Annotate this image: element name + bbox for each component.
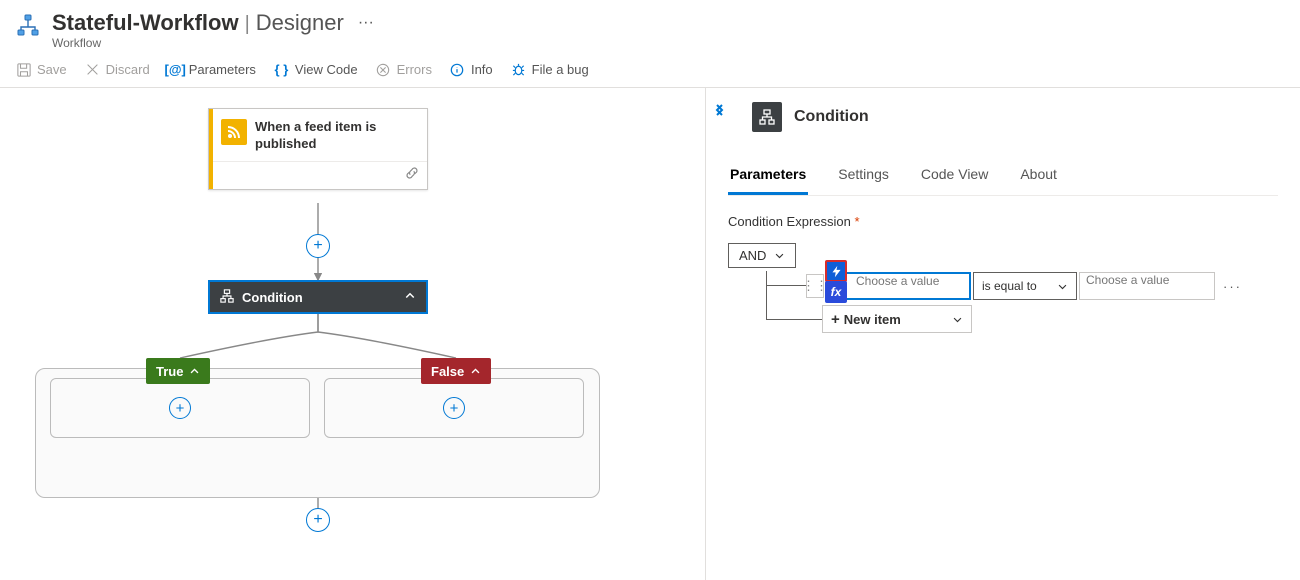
panel-tabs: Parameters Settings Code View About [728, 158, 1278, 196]
error-icon [376, 62, 391, 77]
tab-about[interactable]: About [1018, 158, 1059, 195]
x-icon [85, 62, 100, 77]
parameters-icon: [@] [168, 62, 183, 77]
chevron-down-icon [774, 250, 785, 261]
condition-icon [220, 289, 234, 306]
workflow-icon [16, 14, 40, 38]
add-step-button-bottom[interactable]: + [306, 508, 330, 532]
save-button[interactable]: Save [16, 62, 67, 77]
true-chip[interactable]: True [146, 358, 210, 384]
chevron-down-icon [952, 314, 963, 325]
operator-select[interactable]: is equal to [973, 272, 1077, 300]
chevron-down-icon [1057, 281, 1068, 292]
true-branch-box[interactable]: + [50, 378, 310, 438]
add-true-action-button[interactable]: + [169, 397, 191, 419]
chevron-up-icon [189, 366, 200, 377]
add-false-action-button[interactable]: + [443, 397, 465, 419]
left-value-input[interactable]: Choose a value [826, 272, 971, 300]
expression-label: Condition Expression * [728, 214, 1278, 229]
info-icon [450, 62, 465, 77]
page-section: Designer [256, 10, 344, 36]
false-chip[interactable]: False [421, 358, 491, 384]
tab-settings[interactable]: Settings [836, 158, 891, 195]
file-bug-button[interactable]: File a bug [511, 62, 589, 77]
trigger-title: When a feed item is published [255, 119, 417, 153]
errors-button[interactable]: Errors [376, 62, 432, 77]
right-value-input[interactable]: Choose a value [1079, 272, 1215, 300]
panel-title: Condition [794, 108, 869, 126]
new-item-button[interactable]: + New item [822, 305, 972, 333]
chevron-up-icon [404, 290, 416, 305]
link-icon[interactable] [405, 166, 419, 183]
view-code-button[interactable]: { } View Code [274, 62, 358, 77]
trigger-card[interactable]: When a feed item is published [208, 108, 428, 190]
add-step-button[interactable]: + [306, 234, 330, 258]
bug-icon [511, 62, 526, 77]
save-icon [16, 62, 31, 77]
tab-code-view[interactable]: Code View [919, 158, 990, 195]
condition-title: Condition [242, 290, 303, 305]
group-operator-select[interactable]: AND [728, 243, 796, 268]
condition-icon [752, 102, 782, 132]
page-subtitle: Workflow [52, 36, 374, 50]
drag-handle-icon[interactable]: ⋮⋮ [806, 274, 824, 298]
designer-canvas[interactable]: When a feed item is published + Conditio… [0, 88, 705, 580]
title-more-icon[interactable]: ··· [358, 14, 374, 32]
dynamic-content-button[interactable] [825, 260, 847, 282]
info-button[interactable]: Info [450, 62, 493, 77]
details-panel: Condition Parameters Settings Code View … [705, 88, 1300, 580]
parameters-button[interactable]: [@] Parameters [168, 62, 256, 77]
page-header: Stateful-Workflow | Designer ··· Workflo… [0, 0, 1300, 56]
discard-button[interactable]: Discard [85, 62, 150, 77]
expression-button[interactable]: fx [825, 281, 847, 303]
condition-card[interactable]: Condition [208, 280, 428, 314]
page-title: Stateful-Workflow [52, 10, 239, 36]
tab-parameters[interactable]: Parameters [728, 158, 808, 195]
rss-icon [221, 119, 247, 145]
row-more-button[interactable]: ··· [1223, 279, 1242, 294]
braces-icon: { } [274, 62, 289, 77]
toolbar: Save Discard [@] Parameters { } View Cod… [0, 56, 1300, 88]
false-branch-box[interactable]: + [324, 378, 584, 438]
chevron-up-icon [470, 366, 481, 377]
collapse-panel-button[interactable] [710, 102, 726, 121]
